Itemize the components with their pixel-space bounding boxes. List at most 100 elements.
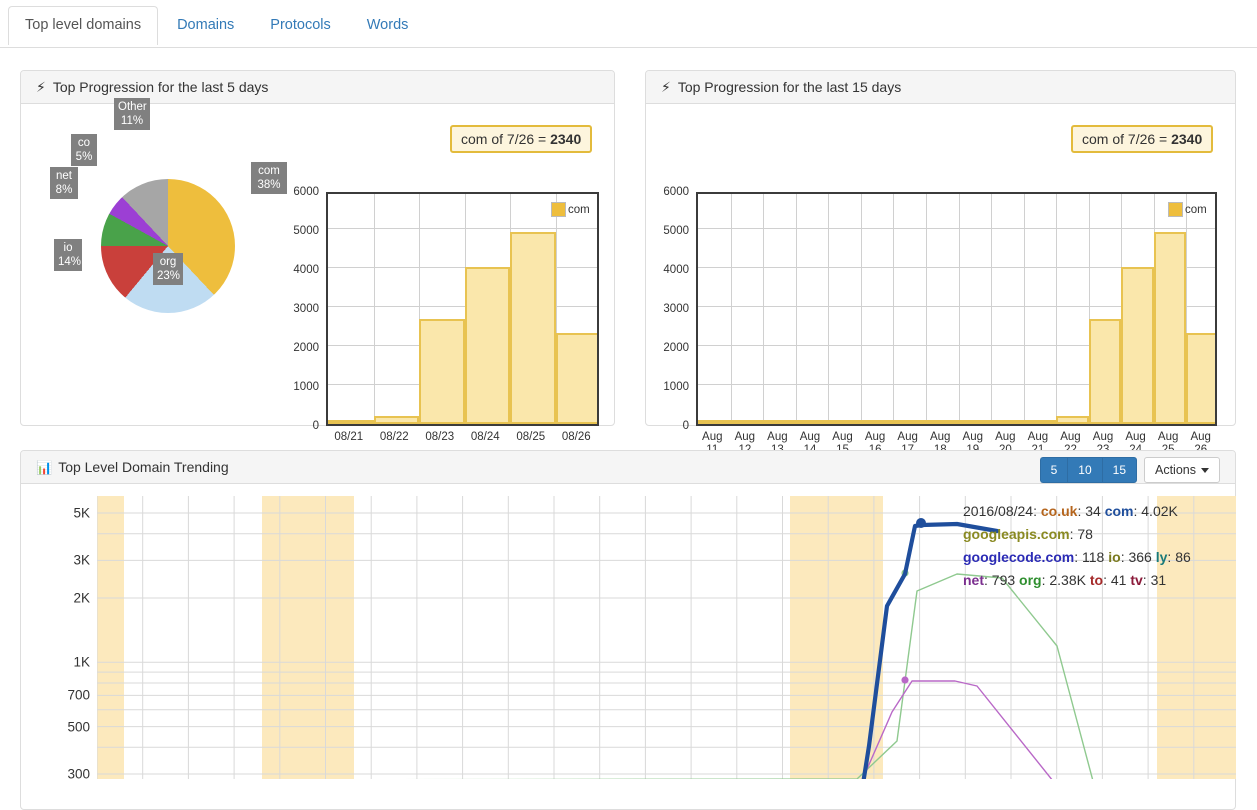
y-tick-label: 700 xyxy=(67,688,90,703)
y-tick-label: 3000 xyxy=(293,303,319,315)
bar xyxy=(419,319,465,424)
pie-label-other: Other11% xyxy=(114,98,150,130)
bolt-icon: ⚡ xyxy=(36,80,46,94)
legend-label-com: com xyxy=(568,204,590,216)
plot-area xyxy=(696,192,1217,426)
gridline-h xyxy=(698,228,1215,229)
bar-chart-15-days xyxy=(696,192,1217,426)
x-tick-label: 08/26 xyxy=(554,431,600,444)
chevron-down-icon xyxy=(1201,468,1209,473)
x-tick-label: 08/22 xyxy=(372,431,418,444)
tooltip-key-to: to xyxy=(1090,572,1103,588)
legend-label-com: com xyxy=(1185,204,1207,216)
gridline-h xyxy=(328,306,597,307)
series-point-com xyxy=(916,518,926,528)
kpi-value: 2340 xyxy=(550,131,581,147)
panel-top-progression-15-days: ⚡ Top Progression for the last 15 days c… xyxy=(645,70,1236,426)
kpi-prefix: com of 7/26 = xyxy=(461,131,550,147)
gridline-v xyxy=(991,194,992,424)
range-button-15[interactable]: 15 xyxy=(1102,457,1137,483)
panel-title: 📊 Top Level Domain Trending xyxy=(36,459,229,475)
bar xyxy=(893,420,926,424)
y-tick-label: 3000 xyxy=(663,303,689,315)
tab-protocols[interactable]: Protocols xyxy=(253,6,347,45)
tooltip-line-4: net: 793 org: 2.38K to: 41 tv: 31 xyxy=(963,569,1191,592)
x-tick-label: 08/23 xyxy=(417,431,463,444)
y-tick-label: 5000 xyxy=(663,225,689,237)
bar xyxy=(763,420,796,424)
tooltip-key-googlecode: googlecode.com xyxy=(963,549,1074,565)
panel-title-text: Top Progression for the last 15 days xyxy=(678,79,901,95)
panel-title-text: Top Progression for the last 5 days xyxy=(53,79,269,95)
gridline-v xyxy=(796,194,797,424)
series-line-org xyxy=(97,574,1097,779)
gridline-v xyxy=(1024,194,1025,424)
legend-swatch-com xyxy=(551,202,566,217)
tooltip-key-com: com xyxy=(1105,503,1134,519)
gridline-v xyxy=(374,194,375,424)
tooltip-val-org: 2.38K xyxy=(1049,572,1086,588)
gridline-v xyxy=(763,194,764,424)
tooltip-val-ly: 86 xyxy=(1175,549,1191,565)
tooltip-key-couk: co.uk xyxy=(1041,503,1078,519)
bar xyxy=(731,420,764,424)
y-tick-label: 1000 xyxy=(293,381,319,393)
bar xyxy=(328,420,374,424)
x-tick-label: 08/21 xyxy=(326,431,372,444)
y-tick-label: 4000 xyxy=(293,264,319,276)
actions-dropdown[interactable]: Actions xyxy=(1144,457,1220,483)
panel-header: 📊 Top Level Domain Trending 5 10 15 Acti… xyxy=(21,451,1235,484)
bar xyxy=(1186,333,1217,424)
range-button-5[interactable]: 5 xyxy=(1040,457,1068,483)
pie-label-io: io14% xyxy=(54,239,82,271)
tooltip-key-org: org xyxy=(1019,572,1042,588)
kpi-prefix: com of 7/26 = xyxy=(1082,131,1171,147)
tooltip-key-tv: tv xyxy=(1130,572,1142,588)
gridline-v xyxy=(959,194,960,424)
tooltip-line-1: 2016/08/24: co.uk: 34 com: 4.02K xyxy=(963,500,1191,523)
tooltip-val-googlecode: 118 xyxy=(1082,549,1104,565)
bar xyxy=(510,232,556,424)
panel-title: ⚡ Top Progression for the last 5 days xyxy=(36,79,268,95)
panel-title: ⚡ Top Progression for the last 15 days xyxy=(661,79,901,95)
tooltip-date: 2016/08/24: xyxy=(963,503,1037,519)
range-button-10[interactable]: 10 xyxy=(1067,457,1101,483)
bar xyxy=(698,420,731,424)
tab-domains[interactable]: Domains xyxy=(160,6,251,45)
bar xyxy=(556,333,600,424)
tooltip-key-ly: ly xyxy=(1156,549,1168,565)
tooltip-line-2: googleapis.com: 78 xyxy=(963,523,1191,546)
weekend-band xyxy=(97,496,124,779)
y-tick-label: 5000 xyxy=(293,225,319,237)
panel-header-controls: 5 10 15 Actions xyxy=(1040,457,1220,483)
legend-swatch-com xyxy=(1168,202,1183,217)
tooltip-val-couk: 34 xyxy=(1085,503,1101,519)
actions-label: Actions xyxy=(1155,463,1196,477)
gridline-h xyxy=(328,228,597,229)
y-tick-label: 0 xyxy=(313,420,319,432)
tooltip-line-3: googlecode.com: 118 io: 366 ly: 86 xyxy=(963,546,1191,569)
tooltip-val-net: 793 xyxy=(992,572,1015,588)
panel-header: ⚡ Top Progression for the last 5 days xyxy=(21,71,614,104)
bar xyxy=(991,420,1024,424)
pie-label-com: com38% xyxy=(251,162,287,194)
gridline-v xyxy=(731,194,732,424)
gridline-v xyxy=(926,194,927,424)
tab-top-level-domains[interactable]: Top level domains xyxy=(8,6,158,45)
tab-words[interactable]: Words xyxy=(350,6,426,45)
bar xyxy=(926,420,959,424)
panel-title-text: Top Level Domain Trending xyxy=(58,459,228,475)
trending-tooltip: 2016/08/24: co.uk: 34 com: 4.02K googlea… xyxy=(963,500,1191,592)
tooltip-val-googleapis: 78 xyxy=(1077,526,1093,542)
page-root: Top level domains Domains Protocols Word… xyxy=(0,0,1257,779)
gridline-v xyxy=(1056,194,1057,424)
y-tick-label: 6000 xyxy=(663,186,689,198)
tooltip-val-com: 4.02K xyxy=(1141,503,1178,519)
y-tick-label: 3K xyxy=(73,553,90,568)
gridline-v xyxy=(861,194,862,424)
y-tick-label: 300 xyxy=(67,767,90,782)
tooltip-val-to: 41 xyxy=(1111,572,1127,588)
y-tick-label: 6000 xyxy=(293,186,319,198)
bolt-icon: ⚡ xyxy=(661,80,671,94)
x-tick-label: 08/25 xyxy=(508,431,554,444)
